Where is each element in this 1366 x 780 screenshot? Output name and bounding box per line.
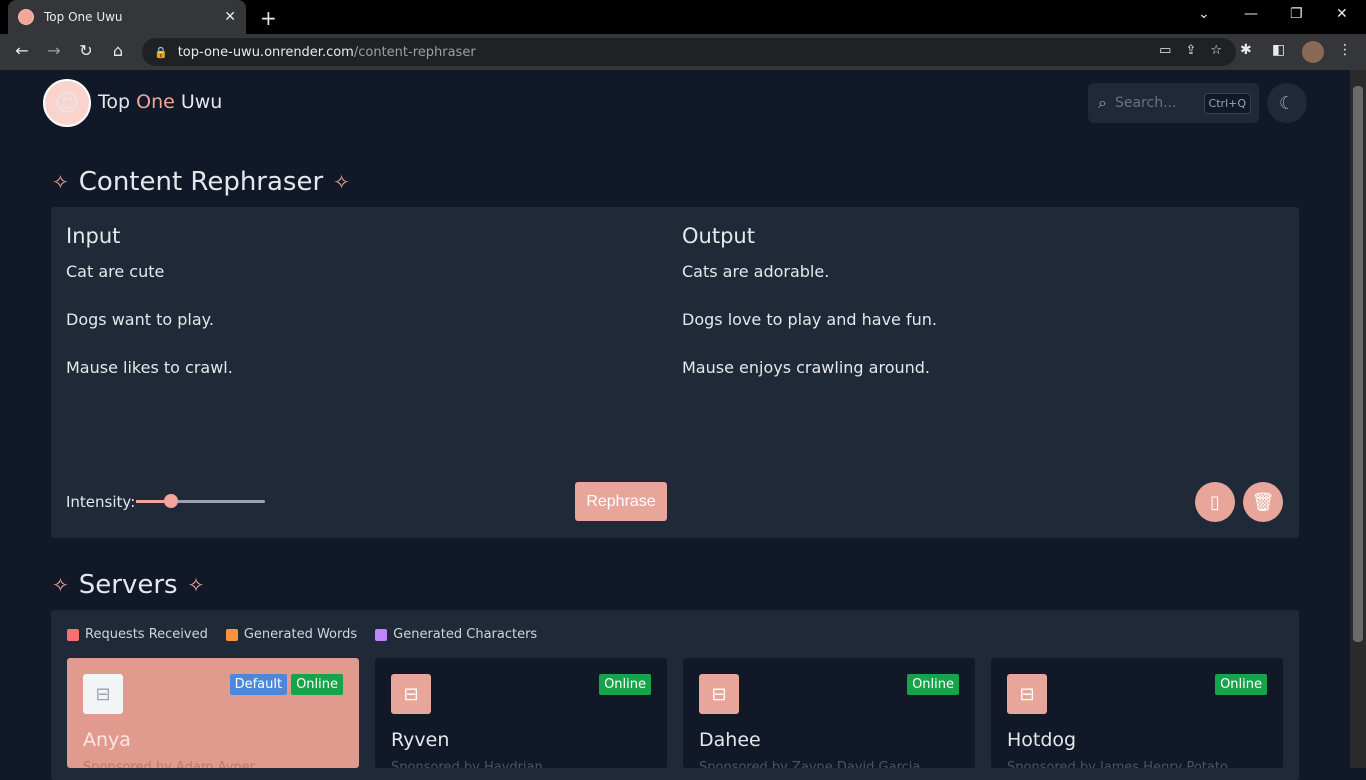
server-name: Ryven: [391, 729, 450, 751]
server-name: Hotdog: [1007, 729, 1077, 751]
output-line: Cats are adorable.: [682, 262, 830, 281]
minimize-icon[interactable]: —: [1244, 6, 1258, 22]
servers-section-title: ✧ Servers ✧: [52, 570, 204, 600]
page-scrollbar[interactable]: [1350, 70, 1366, 768]
servers-title: Servers: [78, 570, 178, 600]
browser-tab[interactable]: Top One Uwu ✕: [8, 0, 246, 34]
status-badge: Online: [1215, 674, 1267, 695]
brand-name[interactable]: Top One Uwu: [98, 91, 222, 113]
rephraser-panel: Input Cat are cute Dogs want to play. Ma…: [51, 207, 1299, 538]
legend-item[interactable]: Generated Words: [225, 627, 358, 642]
brand-last: Uwu: [180, 91, 223, 113]
status-badge: Online: [291, 674, 343, 695]
intensity-slider[interactable]: [136, 494, 265, 508]
side-panel-icon[interactable]: ◧: [1272, 42, 1285, 58]
rephraser-title: Content Rephraser: [78, 167, 324, 197]
legend-item[interactable]: Requests Received: [67, 627, 208, 642]
sparkles-icon: ✧: [52, 573, 69, 597]
server-sponsor: Sponsored by James Henry Potato: [1007, 760, 1228, 768]
page: ☺ Top One Uwu ⌕ Search... Ctrl+Q ☾ ✧ Con…: [0, 70, 1350, 780]
sparkles-icon: ✧: [52, 170, 69, 194]
input-line[interactable]: Cat are cute: [66, 262, 164, 281]
forward-icon[interactable]: →: [43, 41, 65, 60]
sparkles-icon: ✧: [333, 170, 350, 194]
rephrase-button[interactable]: Rephrase: [575, 482, 667, 521]
legend-swatch: [67, 628, 79, 641]
brand-first: Top: [98, 91, 131, 113]
server-card-hotdog[interactable]: ⊟ Online Hotdog Sponsored by James Henry…: [991, 658, 1283, 768]
address-bar[interactable]: 🔒 top-one-uwu.onrender.com/content-rephr…: [142, 38, 1236, 66]
url-path: /content-rephraser: [353, 44, 476, 60]
server-card-anya[interactable]: ⊟ Default Online Anya Sponsored by Adam …: [67, 658, 359, 768]
new-tab-icon[interactable]: +: [260, 6, 277, 30]
server-drive-icon: ⊟: [83, 674, 123, 714]
input-line[interactable]: Dogs want to play.: [66, 310, 214, 329]
search-placeholder: Search...: [1114, 95, 1177, 111]
logo-avatar-icon[interactable]: ☺: [43, 79, 91, 127]
restore-icon[interactable]: ❐: [1290, 6, 1303, 22]
theme-toggle-moon-icon[interactable]: ☾: [1267, 83, 1307, 123]
server-drive-icon: ⊟: [1007, 674, 1047, 714]
close-window-icon[interactable]: ✕: [1336, 6, 1348, 22]
reload-icon[interactable]: ↻: [75, 41, 97, 60]
rephraser-section-title: ✧ Content Rephraser ✧: [52, 167, 350, 197]
share-icon[interactable]: ⇪: [1185, 43, 1196, 58]
output-heading: Output: [682, 224, 755, 248]
servers-panel: Requests Received Generated Words Genera…: [51, 610, 1299, 780]
server-card-ryven[interactable]: ⊟ Online Ryven Sponsored by Haydrian: [375, 658, 667, 768]
legend-label: Generated Characters: [393, 627, 538, 642]
tab-close-icon[interactable]: ✕: [224, 9, 236, 25]
tab-search-icon[interactable]: ⌄: [1198, 6, 1210, 22]
url-host: top-one-uwu.onrender.com: [177, 44, 354, 60]
browser-toolbar: ← → ↻ ⌂ 🔒 top-one-uwu.onrender.com/conte…: [0, 34, 1366, 70]
home-icon[interactable]: ⌂: [107, 41, 129, 60]
profile-avatar[interactable]: [1302, 41, 1324, 63]
search-button[interactable]: ⌕ Search... Ctrl+Q: [1088, 83, 1259, 123]
tab-favicon-icon: [18, 9, 34, 25]
output-line: Dogs love to play and have fun.: [682, 310, 937, 329]
servers-legend: Requests Received Generated Words Genera…: [67, 627, 537, 642]
intensity-slider-thumb[interactable]: [164, 494, 178, 508]
trash-icon[interactable]: 🗑: [1243, 482, 1283, 522]
search-shortcut: Ctrl+Q: [1203, 92, 1251, 114]
server-sponsor: Sponsored by Zayne David Garcia: [699, 760, 921, 768]
intensity-label: Intensity:: [66, 493, 136, 511]
brand-accent: One: [136, 91, 175, 113]
server-drive-icon: ⊟: [391, 674, 431, 714]
tab-title: Top One Uwu: [44, 10, 123, 24]
scrollbar-thumb[interactable]: [1353, 86, 1363, 642]
browser-tabbar: Top One Uwu ✕ + ⌄ — ❐ ✕: [0, 0, 1366, 34]
back-icon[interactable]: ←: [11, 41, 33, 60]
server-drive-icon: ⊟: [699, 674, 739, 714]
server-card-dahee[interactable]: ⊟ Online Dahee Sponsored by Zayne David …: [683, 658, 975, 768]
default-badge: Default: [229, 674, 288, 695]
input-heading: Input: [66, 224, 121, 248]
legend-swatch: [225, 628, 238, 641]
input-line[interactable]: Mause likes to crawl.: [66, 358, 233, 377]
bookmark-star-icon[interactable]: ☆: [1210, 43, 1222, 58]
copy-clipboard-icon[interactable]: ▯: [1195, 482, 1235, 522]
legend-swatch: [375, 628, 388, 641]
legend-label: Requests Received: [85, 627, 208, 642]
lock-icon: 🔒: [154, 45, 168, 59]
server-sponsor: Sponsored by Haydrian: [391, 760, 543, 768]
server-name: Dahee: [699, 729, 761, 751]
server-name: Anya: [83, 729, 131, 751]
server-sponsor: Sponsored by Adam Avner: [83, 760, 256, 768]
legend-label: Generated Words: [243, 627, 358, 642]
legend-item[interactable]: Generated Characters: [375, 627, 537, 642]
extensions-icon[interactable]: ✱: [1240, 42, 1252, 58]
sparkles-icon: ✧: [187, 573, 205, 597]
clipboard-share-icon[interactable]: ▭: [1159, 43, 1171, 58]
search-icon: ⌕: [1098, 93, 1107, 112]
status-badge: Online: [599, 674, 651, 695]
status-badge: Online: [907, 674, 959, 695]
menu-icon[interactable]: ⋮: [1338, 42, 1352, 58]
output-line: Mause enjoys crawling around.: [682, 358, 931, 377]
